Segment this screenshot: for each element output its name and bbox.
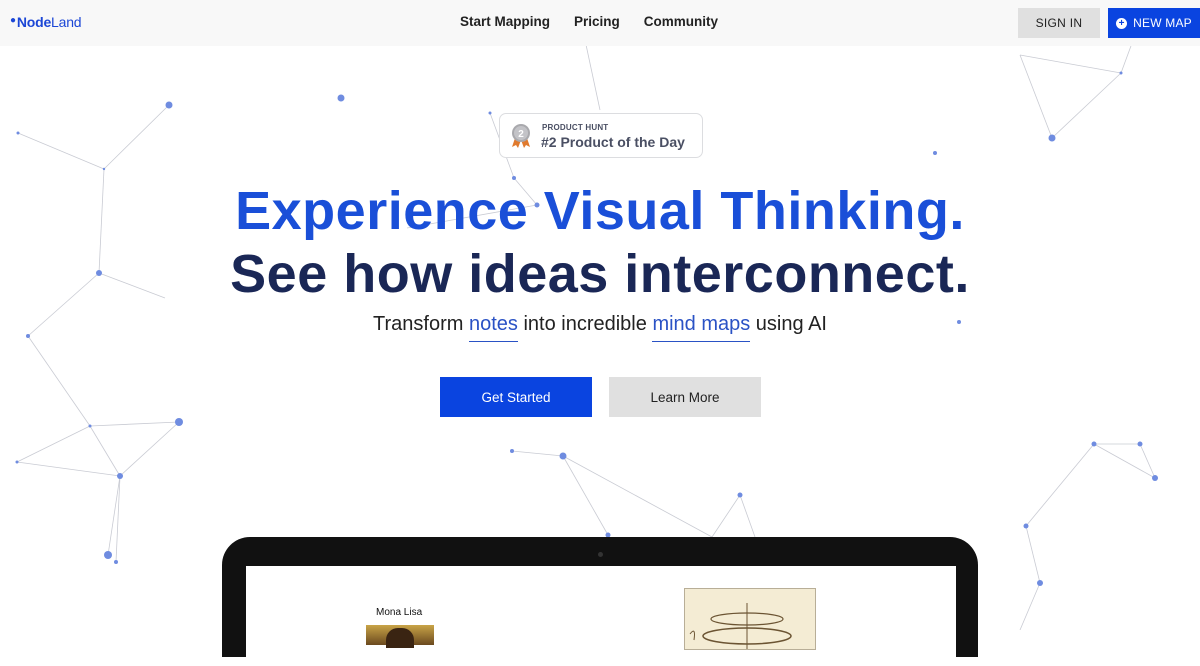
network-edge [17, 132, 105, 170]
hero-subtitle: Transform notes into incredible mind map… [0, 312, 1200, 342]
network-node-dot [488, 111, 492, 115]
get-started-label: Get Started [481, 389, 551, 405]
laptop-mockup: Mona Lisa [222, 537, 978, 666]
network-node-dot [1152, 475, 1158, 481]
network-node-dot [737, 492, 743, 498]
network-edge [119, 421, 180, 477]
network-edge [1139, 443, 1156, 479]
network-edge [1019, 54, 1053, 139]
network-edge [1051, 72, 1122, 139]
network-edge [562, 455, 713, 538]
logo-dot-icon: ● [10, 15, 16, 26]
top-navbar: ●NodeLand Start Mapping Pricing Communit… [0, 0, 1200, 46]
network-edge [739, 494, 756, 538]
network-edge [27, 335, 91, 427]
network-node-dot [1091, 441, 1097, 447]
headline-line-2: See how ideas interconnect. [230, 244, 970, 304]
mona-lisa-face [386, 628, 414, 648]
network-node-dot [933, 151, 937, 155]
new-map-button[interactable]: + NEW MAP [1108, 8, 1200, 38]
subtitle-text: using AI [750, 313, 827, 335]
network-edge [103, 104, 170, 170]
network-node-dot [559, 452, 567, 460]
get-started-button[interactable]: Get Started [440, 377, 592, 417]
network-node-dot [16, 131, 20, 135]
network-node-dot [510, 449, 514, 453]
network-edge [1025, 443, 1095, 527]
nav-link-start-mapping[interactable]: Start Mapping [460, 14, 550, 29]
nav-link-community[interactable]: Community [644, 14, 718, 29]
network-edge [89, 421, 180, 427]
da-vinci-sketch-image [684, 588, 816, 650]
headline-line-1: Experience Visual Thinking. [235, 181, 965, 241]
product-hunt-badge[interactable]: 2 PRODUCT HUNT #2 Product of the Day [499, 113, 703, 158]
network-node-dot [15, 460, 19, 464]
network-node-dot [117, 473, 123, 479]
logo[interactable]: ●NodeLand [10, 14, 82, 30]
nav-links: Start Mapping Pricing Community [460, 14, 742, 29]
new-map-label: NEW MAP [1133, 16, 1192, 30]
camera-icon [598, 552, 603, 557]
network-node-dot [165, 101, 173, 109]
network-edge [16, 461, 121, 477]
network-node-dot [1037, 580, 1043, 586]
sketch-drawing [689, 603, 792, 649]
laptop-screen-mindmap-preview: Mona Lisa [246, 566, 956, 666]
network-node-dot [114, 560, 118, 564]
network-edge [711, 494, 741, 538]
network-edge [1025, 525, 1041, 584]
network-edge [16, 425, 91, 463]
network-node-dot [88, 424, 92, 428]
network-node-dot [1023, 523, 1029, 529]
network-node-dot [1137, 441, 1143, 447]
subtitle-highlight-mind-maps: mind maps [652, 312, 751, 342]
mona-lisa-image [366, 625, 434, 648]
nav-link-pricing[interactable]: Pricing [574, 14, 620, 29]
network-edge [89, 425, 121, 477]
subtitle-text: into incredible [517, 313, 653, 335]
badge-label-small: PRODUCT HUNT [542, 123, 609, 132]
network-node-dot [337, 94, 345, 102]
network-edge [584, 39, 601, 111]
network-edge [1019, 54, 1122, 74]
silver-medal-icon: 2 [512, 124, 530, 148]
sign-in-button[interactable]: SIGN IN [1018, 8, 1100, 38]
mindmap-node-label: Mona Lisa [376, 607, 423, 618]
network-node-dot [175, 418, 183, 426]
logo-text-node: Node [16, 14, 52, 30]
badge-label-main: #2 Product of the Day [541, 134, 685, 150]
network-edge [511, 450, 564, 457]
network-edge [1093, 443, 1156, 479]
network-edge [1019, 582, 1041, 630]
network-node-dot [104, 551, 112, 559]
learn-more-label: Learn More [650, 389, 720, 405]
logo-text-land: Land [51, 14, 82, 30]
network-node-dot [102, 167, 106, 171]
sign-in-label: SIGN IN [1035, 16, 1083, 30]
subtitle-text: Transform [373, 313, 469, 335]
medal-number: 2 [518, 129, 524, 140]
learn-more-button[interactable]: Learn More [609, 377, 761, 417]
plus-circle-icon: + [1116, 17, 1128, 29]
subtitle-highlight-notes: notes [468, 312, 518, 342]
network-node-dot [1119, 71, 1123, 75]
network-node-dot [1048, 134, 1056, 142]
